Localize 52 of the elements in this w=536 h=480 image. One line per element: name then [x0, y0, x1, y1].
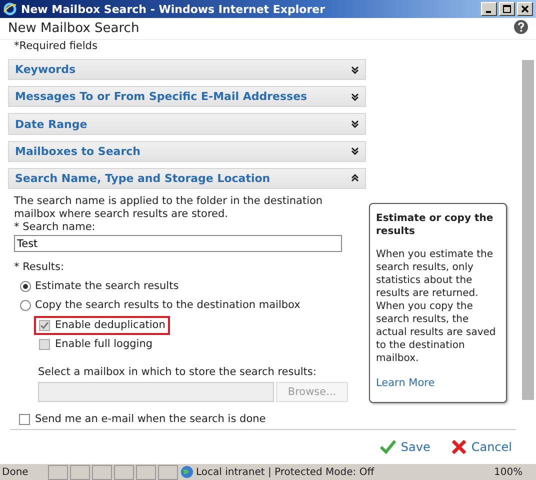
search-name-field[interactable]: Test [14, 235, 342, 252]
window-title: New Mailbox Search - Windows Internet Explorer [21, 2, 326, 16]
checkbox-label: Enable deduplication [55, 319, 166, 332]
radio-option[interactable]: Copy the search results to the destination mailbox [20, 299, 359, 312]
save-button[interactable]: Save [376, 438, 434, 456]
status-text: Done [2, 466, 30, 478]
status-panel [136, 464, 156, 480]
radio-button[interactable] [20, 300, 31, 312]
page-title: New Mailbox Search [8, 21, 140, 36]
chevron-icon [351, 92, 359, 101]
radio-button[interactable] [20, 281, 31, 292]
status-panel [114, 464, 134, 480]
required-note: *Required fields [13, 40, 98, 52]
status-panel [158, 464, 178, 480]
status-panel [70, 464, 90, 480]
close-icon [521, 5, 529, 13]
intro-text: The search name is applied to the folder in the destination mailbox where search results are stored. [14, 195, 324, 222]
maximize-button[interactable] [499, 2, 515, 16]
chevron-icon [351, 66, 359, 74]
maximize-icon [503, 5, 511, 13]
section-header[interactable]: Date Range [8, 113, 366, 135]
status-panel [48, 464, 68, 480]
cancel-button[interactable]: Cancel [448, 438, 516, 456]
zoom-level[interactable]: 100% [494, 466, 534, 478]
globe-icon [180, 465, 194, 479]
tooltip-title: Estimate or copy the results [376, 212, 494, 238]
checkmark-icon [380, 440, 396, 454]
minimize-button[interactable] [481, 2, 497, 16]
mailbox-field[interactable] [38, 382, 274, 402]
browser-logo-icon [3, 2, 17, 16]
section-header[interactable]: Mailboxes to Search [8, 140, 366, 162]
field-label: Select a mailbox in which to store the search results: [38, 366, 318, 380]
field-label: * Results: [14, 261, 66, 274]
field-label: * Search name: [14, 221, 96, 234]
section-header[interactable]: Keywords [8, 59, 366, 80]
chevron-icon [351, 120, 359, 128]
radio-option[interactable]: Estimate the search results [20, 280, 359, 294]
checkbox-label: Send me an e-mail when the search is done [35, 413, 266, 426]
chevron-icon [351, 174, 359, 182]
close-button[interactable] [517, 2, 533, 16]
section-header[interactable]: Messages To or From Specific E-Mail Addresses [8, 86, 366, 108]
zone-text: Local intranet | Protected Mode: Off [196, 466, 376, 478]
status-panel [92, 464, 112, 480]
checkbox-label: Enable full logging [55, 338, 153, 352]
help-icon[interactable] [514, 20, 528, 37]
section-header[interactable]: Search Name, Type and Storage Location [8, 168, 366, 190]
scroll-thumb[interactable] [522, 60, 534, 400]
tooltip-text: When you estimate the search results, only statistics about the results are returned. When you copy the search results, the actual results are saved to the destination mailbox. [376, 248, 497, 366]
learn-more-link[interactable]: Learn More [376, 377, 500, 390]
checkbox[interactable] [19, 414, 30, 426]
chevron-icon [351, 147, 359, 156]
close-icon [452, 440, 466, 454]
